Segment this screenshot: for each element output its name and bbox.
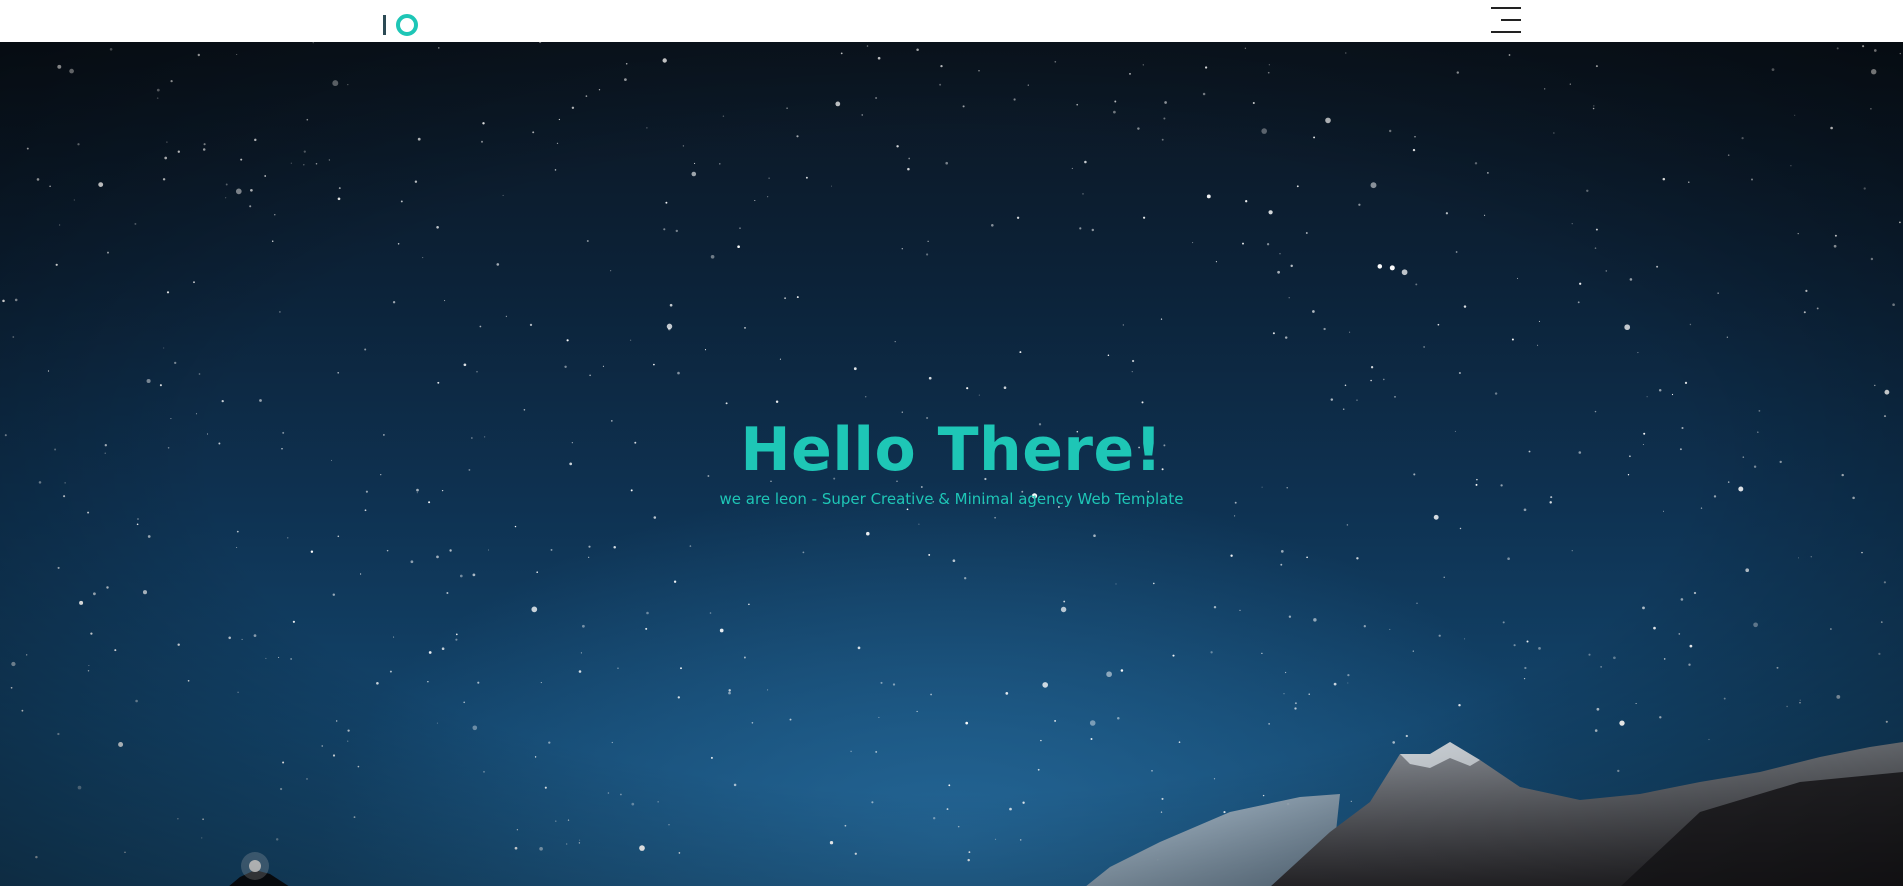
logo-ring-mark <box>396 14 418 36</box>
logo-bar-mark <box>383 15 386 35</box>
hamburger-menu-icon[interactable] <box>1491 5 1523 35</box>
hero-title: Hello There! <box>740 415 1163 485</box>
hero-text-block: Hello There! we are leon - Super Creativ… <box>0 415 1903 509</box>
menu-line-top <box>1491 7 1521 9</box>
menu-line-bottom <box>1491 31 1521 33</box>
logo[interactable] <box>383 12 418 38</box>
hero-section: Hello There! we are leon - Super Creativ… <box>0 42 1903 887</box>
site-header <box>0 0 1903 42</box>
hero-subtitle: we are leon - Super Creative & Minimal a… <box>719 490 1184 508</box>
menu-line-middle <box>1501 19 1521 21</box>
